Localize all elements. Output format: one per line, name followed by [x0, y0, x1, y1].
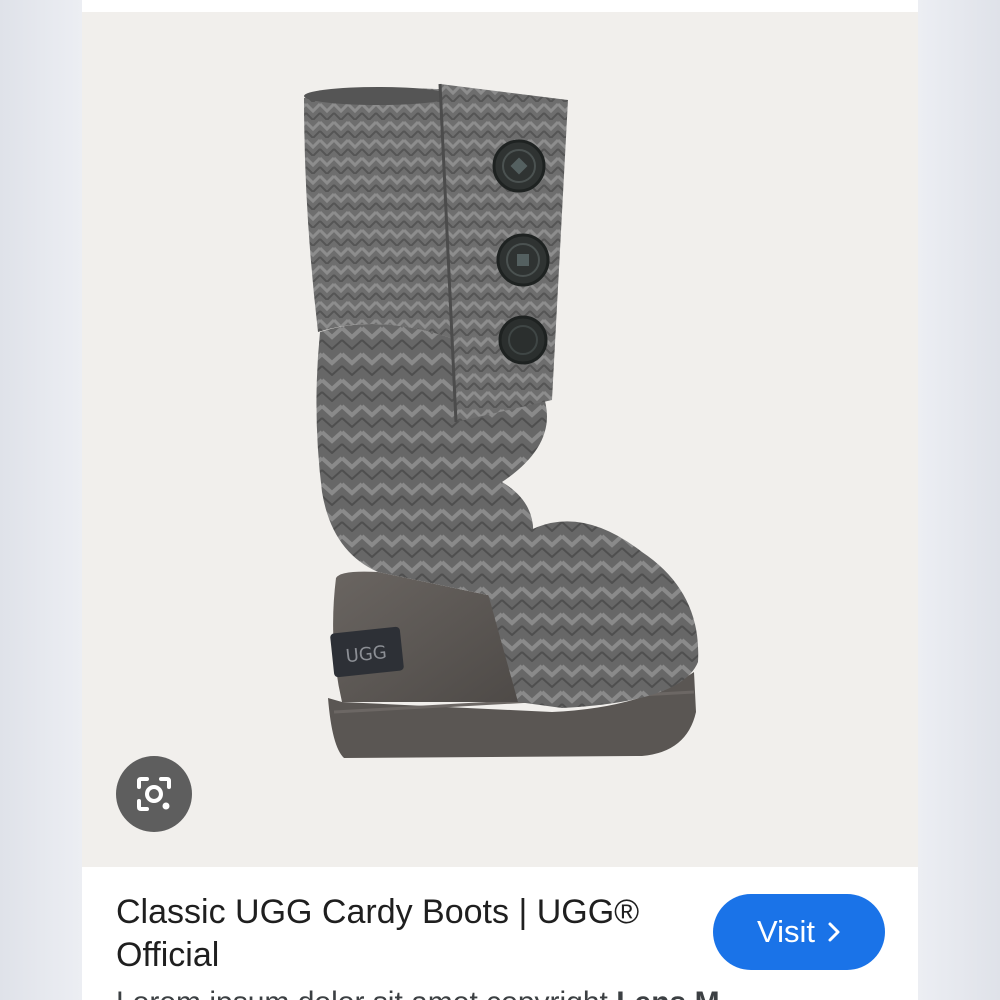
google-lens-icon	[137, 777, 171, 811]
result-info: Classic UGG Cardy Boots | UGG® Official …	[82, 867, 918, 1000]
right-gutter	[918, 0, 1000, 1000]
svg-text:UGG: UGG	[345, 642, 388, 667]
card-top-strip	[82, 0, 918, 12]
snippet-bold-text: Lens M	[616, 986, 719, 1000]
result-snippet: Lorem ipsum dolor sit amet copyright Len…	[116, 985, 876, 1000]
snippet-text: Lorem ipsum dolor sit amet copyright	[116, 986, 608, 1000]
visit-label: Visit	[756, 914, 815, 949]
product-image[interactable]: UGG	[82, 12, 918, 867]
knit-buttons	[492, 139, 550, 365]
boot-upper-shaft	[304, 88, 462, 342]
chevron-right-icon	[828, 922, 840, 942]
search-result-card: UGG Classic UGG Cardy Boots | UGG® Offic…	[82, 0, 918, 1000]
heel-label: UGG	[330, 626, 404, 678]
visit-button[interactable]: Visit	[713, 894, 885, 970]
result-title[interactable]: Classic UGG Cardy Boots | UGG® Official	[116, 891, 676, 977]
left-gutter	[0, 0, 82, 1000]
google-lens-button[interactable]	[116, 756, 192, 832]
boot-illustration: UGG	[304, 83, 699, 758]
